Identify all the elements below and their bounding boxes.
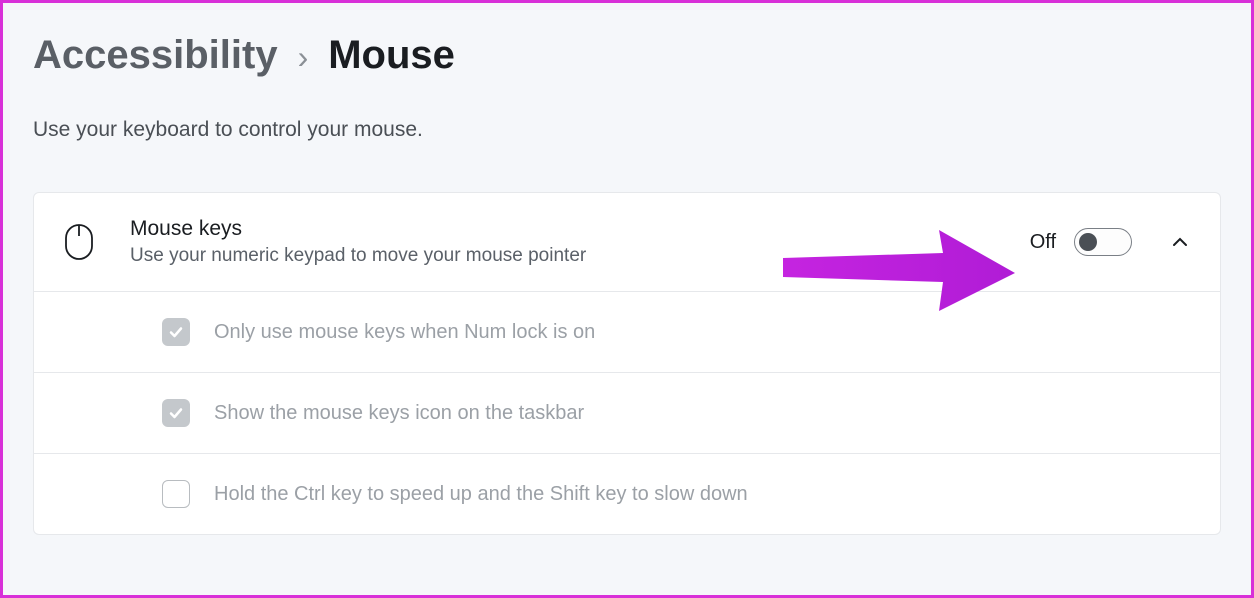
mouse-keys-description: Use your numeric keypad to move your mou…: [130, 245, 1030, 267]
mouse-keys-toggle-label: Off: [1030, 231, 1056, 254]
option-label: Hold the Ctrl key to speed up and the Sh…: [214, 483, 748, 506]
option-label: Show the mouse keys icon on the taskbar: [214, 402, 584, 425]
breadcrumb-parent-link[interactable]: Accessibility: [33, 33, 278, 78]
chevron-up-icon[interactable]: [1170, 232, 1190, 252]
mouse-keys-card: Mouse keys Use your numeric keypad to mo…: [33, 192, 1221, 535]
option-taskbar-icon: Show the mouse keys icon on the taskbar: [34, 373, 1220, 454]
checkbox-numlock[interactable]: [162, 318, 190, 346]
breadcrumb-current: Mouse: [328, 33, 455, 78]
mouse-keys-header[interactable]: Mouse keys Use your numeric keypad to mo…: [34, 193, 1220, 292]
mouse-icon: [64, 223, 94, 261]
option-label: Only use mouse keys when Num lock is on: [214, 321, 595, 344]
breadcrumb: Accessibility › Mouse: [33, 33, 1221, 78]
chevron-right-icon: ›: [298, 39, 309, 76]
mouse-keys-toggle[interactable]: [1074, 228, 1132, 256]
mouse-keys-title: Mouse keys: [130, 217, 1030, 241]
checkbox-ctrl-shift[interactable]: [162, 480, 190, 508]
option-numlock: Only use mouse keys when Num lock is on: [34, 292, 1220, 373]
page-subtitle: Use your keyboard to control your mouse.: [33, 118, 1221, 142]
checkbox-taskbar-icon[interactable]: [162, 399, 190, 427]
option-ctrl-shift: Hold the Ctrl key to speed up and the Sh…: [34, 454, 1220, 534]
